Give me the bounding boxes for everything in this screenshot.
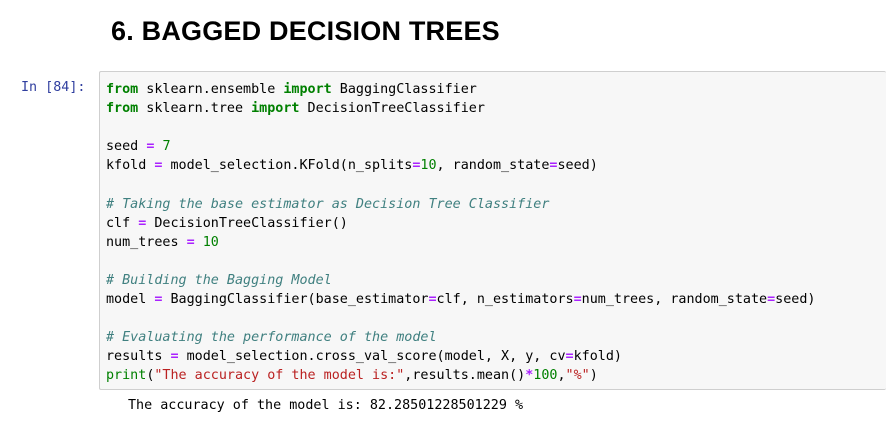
- code-text: model_selection.cross_val_score(model, X…: [178, 349, 566, 365]
- code-line-2: from sklearn.tree import DecisionTreeCla…: [106, 99, 815, 118]
- code-text: model: [106, 292, 155, 308]
- code-line-5: kfold = model_selection.KFold(n_splits=1…: [106, 156, 815, 175]
- code-text: kfold: [106, 158, 155, 174]
- code-operator: =: [428, 292, 437, 308]
- code-text: model_selection.KFold(n_splits: [162, 158, 413, 174]
- code-text: kfold): [573, 349, 622, 365]
- code-line-1: from sklearn.ensemble import BaggingClas…: [106, 80, 815, 99]
- code-operator: =: [565, 349, 574, 365]
- code-number: 100: [533, 368, 558, 384]
- code-string: "%": [565, 368, 590, 384]
- code-line-12: model = BaggingClassifier(base_estimator…: [106, 290, 815, 309]
- code-text: ): [589, 368, 598, 384]
- code-operator: =: [573, 292, 582, 308]
- code-line-4: seed = 7: [106, 137, 815, 156]
- code-text: clf, n_estimators: [436, 292, 574, 308]
- code-number: 7: [162, 139, 171, 155]
- code-text: num_trees, random_state: [581, 292, 768, 308]
- code-text: ,: [557, 368, 566, 384]
- code-text: clf: [106, 215, 139, 231]
- code-operator: =: [186, 234, 195, 250]
- code-text: num_trees: [106, 234, 187, 250]
- code-cell-input[interactable]: from sklearn.ensemble import BaggingClas…: [99, 71, 886, 390]
- code-keyword: import: [283, 82, 332, 97]
- code-text: seed): [557, 158, 598, 174]
- code-text: results: [106, 349, 171, 365]
- code-number: 10: [202, 234, 219, 250]
- code-line-14: # Evaluating the performance of the mode…: [106, 328, 815, 347]
- code-string: "The accuracy of the model is:": [154, 368, 405, 384]
- code-operator: =: [767, 292, 776, 308]
- code-editor[interactable]: from sklearn.ensemble import BaggingClas…: [106, 80, 815, 386]
- code-line-16: print("The accuracy of the model is:",re…: [106, 366, 815, 385]
- code-keyword: import: [251, 101, 300, 117]
- code-comment: # Evaluating the performance of the mode…: [106, 330, 437, 346]
- code-text: seed): [775, 292, 816, 308]
- code-line-11: # Building the Bagging Model: [106, 271, 815, 290]
- code-text: ,results.mean(): [404, 368, 526, 384]
- code-text: DecisionTreeClassifier(): [146, 215, 348, 231]
- cell-output-text: The accuracy of the model is: 82.2850122…: [128, 398, 524, 413]
- code-line-9: num_trees = 10: [106, 233, 815, 252]
- cell-input-prompt: In [84]:: [21, 80, 86, 95]
- code-text: DecisionTreeClassifier: [299, 101, 485, 117]
- code-comment: # Building the Bagging Model: [106, 272, 332, 288]
- code-text: sklearn.ensemble: [138, 82, 284, 97]
- code-keyword: from: [106, 82, 139, 97]
- code-line-8: clf = DecisionTreeClassifier(): [106, 214, 815, 233]
- code-text: BaggingClassifier: [331, 82, 477, 97]
- code-line-7: # Taking the base estimator as Decision …: [106, 195, 815, 214]
- code-text: BaggingClassifier(base_estimator: [162, 292, 429, 308]
- code-text: seed: [106, 139, 147, 155]
- notebook-page: 6. BAGGED DECISION TREES In [84]: from s…: [0, 0, 886, 437]
- code-builtin: print: [106, 368, 147, 384]
- code-comment: # Taking the base estimator as Decision …: [106, 196, 550, 212]
- code-line-15: results = model_selection.cross_val_scor…: [106, 347, 815, 366]
- code-text: , random_state: [436, 158, 550, 174]
- code-operator: =: [170, 349, 179, 365]
- code-number: 10: [420, 158, 437, 174]
- code-keyword: from: [106, 101, 139, 117]
- code-text: sklearn.tree: [138, 101, 252, 117]
- section-heading: 6. BAGGED DECISION TREES: [111, 16, 500, 46]
